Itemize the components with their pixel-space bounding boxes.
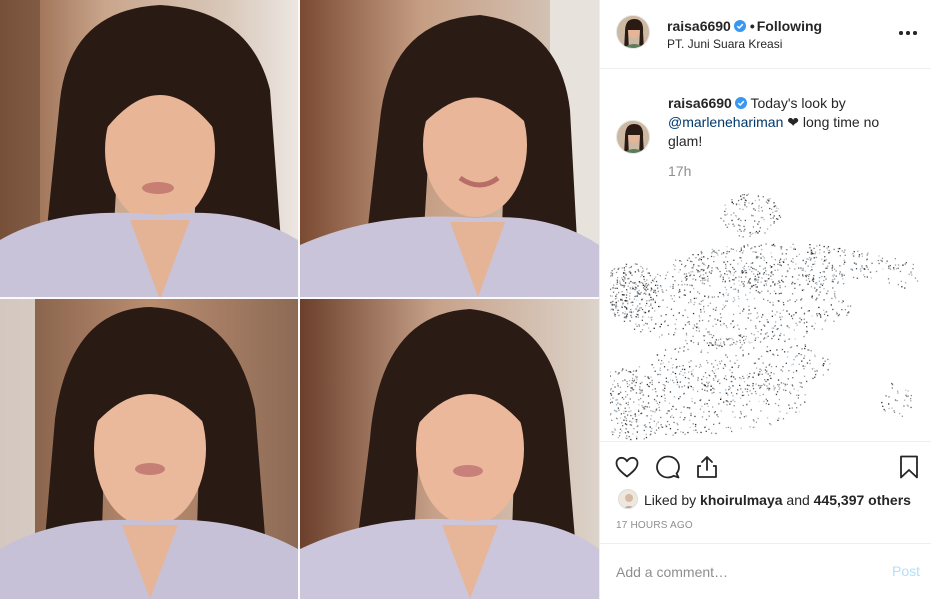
bookmark-icon xyxy=(900,455,918,479)
caption-mention-link[interactable]: @marlenehariman xyxy=(668,114,783,130)
share-button[interactable] xyxy=(694,454,720,480)
redacted-comments-area xyxy=(610,193,919,441)
caption-body: Today's look by xyxy=(750,95,846,111)
post-media-collage[interactable] xyxy=(0,0,599,599)
likes-count-link[interactable]: 445,397 others xyxy=(814,492,911,508)
liker-avatar[interactable] xyxy=(618,489,638,509)
photo-tile-4 xyxy=(300,299,599,599)
like-button[interactable] xyxy=(614,454,640,480)
comment-input[interactable] xyxy=(616,561,866,583)
share-icon xyxy=(697,456,717,478)
comment-button[interactable] xyxy=(655,454,681,480)
photo-tile-2 xyxy=(300,0,599,297)
comment-icon xyxy=(656,455,680,479)
post-location[interactable]: PT. Juni Suara Kreasi xyxy=(667,37,782,51)
caption-username[interactable]: raisa6690 xyxy=(668,95,732,111)
more-options-icon[interactable] xyxy=(898,21,918,43)
author-avatar[interactable] xyxy=(616,15,650,49)
heart-emoji: ❤ xyxy=(787,114,799,130)
photo-tile-3 xyxy=(0,299,298,599)
post-side-panel: raisa6690 • Following PT. Juni Suara Kreas… xyxy=(599,0,931,599)
caption-area: raisa6690 Today's look by @marleneharima… xyxy=(600,70,931,441)
author-username[interactable]: raisa6690 xyxy=(667,18,731,34)
caption-text: raisa6690 Today's look by @marleneharima… xyxy=(668,94,908,151)
post-date[interactable]: 17 HOURS AGO xyxy=(616,520,693,531)
post-comment-button[interactable]: Post xyxy=(892,563,920,579)
likes-prefix: Liked by xyxy=(644,492,697,508)
verified-badge-icon xyxy=(733,20,746,32)
save-button[interactable] xyxy=(896,454,922,480)
following-button[interactable]: Following xyxy=(757,18,822,34)
likes-connector: and xyxy=(786,492,810,508)
heart-icon xyxy=(615,456,639,478)
comment-form: Post xyxy=(600,543,931,599)
action-bar xyxy=(600,441,931,491)
verified-badge-icon xyxy=(734,97,747,109)
author-line: raisa6690 • Following xyxy=(667,18,822,34)
caption-timestamp[interactable]: 17h xyxy=(668,163,691,179)
separator-dot: • xyxy=(749,18,755,34)
photo-tile-1 xyxy=(0,0,298,297)
likes-text: Liked by khoirulmaya and 445,397 others xyxy=(644,492,911,508)
first-liker-link[interactable]: khoirulmaya xyxy=(700,492,782,508)
post-header: raisa6690 • Following PT. Juni Suara Kreas… xyxy=(600,0,931,69)
caption-avatar[interactable] xyxy=(616,120,650,154)
